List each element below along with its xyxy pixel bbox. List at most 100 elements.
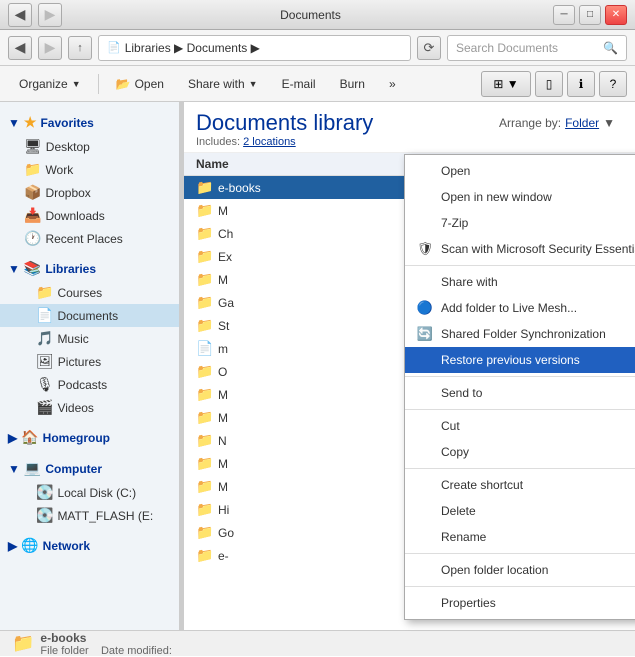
up-nav-button[interactable]: ↑ [68,36,92,60]
libraries-group[interactable]: ▼ 📚 Libraries [0,256,179,281]
close-button[interactable]: ✕ [605,5,627,25]
menu-item[interactable]: Rename [405,524,635,550]
sidebar-item-work[interactable]: 📁 Work [0,158,179,181]
menu-item[interactable]: Send to▶ [405,380,635,406]
forward-nav-button[interactable]: ▶ [38,36,62,60]
work-icon: 📁 [24,161,41,178]
back-nav-button[interactable]: ◀ [8,36,32,60]
includes-label: Includes: [196,136,240,148]
flash-drive-icon: 💽 [36,507,53,524]
sidebar-item-label: Podcasts [58,378,107,392]
sidebar-item-recent-places[interactable]: 🕐 Recent Places [0,227,179,250]
menu-item[interactable]: 7-Zip▶ [405,210,635,236]
homegroup-group[interactable]: ▶ 🏠 Homegroup [0,425,179,450]
computer-group[interactable]: ▼ 💻 Computer [0,456,179,481]
sidebar-item-desktop[interactable]: 🖥 Desktop [0,135,179,158]
menu-item[interactable]: Share with▶ [405,269,635,295]
documents-icon: 📄 [36,307,53,324]
sidebar-item-label: Dropbox [45,186,90,200]
sidebar-item-matt-flash[interactable]: 💽 MATT_FLASH (E: [0,504,179,527]
arrange-label: Arrange by: [499,116,561,130]
sidebar-item-videos[interactable]: 🎬 Videos [0,396,179,419]
sidebar-item-label: MATT_FLASH (E: [57,509,153,523]
menu-item[interactable]: 🔵Add folder to Live Mesh... [405,295,635,321]
libraries-section: ▼ 📚 Libraries 📁 Courses 📄 Documents 🎵 Mu… [0,256,179,419]
sidebar-item-label: Documents [57,309,118,323]
file-icon: 📁 [196,501,212,518]
file-icon: 📁 [196,179,212,196]
preview-pane-button[interactable]: ▯ [535,71,563,97]
more-button[interactable]: » [378,70,407,98]
file-icon: 📄 [196,340,212,357]
menu-item[interactable]: Open [405,158,635,184]
arrange-arrow-icon: ▼ [603,116,615,130]
computer-label: Computer [45,462,102,476]
menu-item[interactable]: Create shortcut [405,472,635,498]
sidebar-item-label: Work [45,163,73,177]
menu-divider [405,409,635,410]
sidebar-item-pictures[interactable]: 🖼 Pictures [0,350,179,373]
window-title: Documents [68,8,553,22]
menu-divider [405,376,635,377]
sidebar-item-courses[interactable]: 📁 Courses [0,281,179,304]
email-button[interactable]: E-mail [271,70,327,98]
file-icon: 📁 [196,432,212,449]
status-item-name: e-books [40,631,171,645]
sidebar-item-downloads[interactable]: 📥 Downloads [0,204,179,227]
network-section: ▶ 🌐 Network [0,533,179,558]
menu-item[interactable]: Open folder location [405,557,635,583]
toolbar-right: ⊞ ▼ ▯ ℹ ? [481,71,627,97]
search-box[interactable]: Search Documents 🔍 [447,35,627,61]
toolbar-separator-1 [98,74,99,94]
minimize-button[interactable]: ─ [553,5,575,25]
pictures-icon: 🖼 [36,353,54,370]
locations-link[interactable]: 2 locations [243,136,296,148]
open-button[interactable]: 📂 Open [105,70,175,98]
maximize-button[interactable]: □ [579,5,601,25]
file-icon: 📁 [196,225,212,242]
network-label: Network [43,539,90,553]
menu-item[interactable]: 🔄Shared Folder Synchronization▶ [405,321,635,347]
sidebar-item-music[interactable]: 🎵 Music [0,327,179,350]
menu-item[interactable]: Open in new window [405,184,635,210]
organize-button[interactable]: Organize ▼ [8,70,92,98]
favorites-group[interactable]: ▼ ★ Favorites [0,110,179,135]
sidebar-item-local-disk[interactable]: 💽 Local Disk (C:) [0,481,179,504]
menu-item[interactable]: Restore previous versions [405,347,635,373]
sidebar-item-podcasts[interactable]: 🎙 Podcasts [0,373,179,396]
back-button[interactable]: ◀ [8,3,32,27]
menu-item[interactable]: 🛡Scan with Microsoft Security Essentials… [405,236,635,262]
videos-icon: 🎬 [36,399,53,416]
refresh-button[interactable]: ⟳ [417,36,441,60]
details-pane-button[interactable]: ℹ [567,71,595,97]
menu-item-label: Shared Folder Synchronization [441,327,606,341]
sidebar-item-label: Recent Places [45,232,122,246]
file-icon: 📁 [196,271,212,288]
file-icon: 📁 [196,409,212,426]
forward-button[interactable]: ▶ [38,3,62,27]
menu-item[interactable]: Delete [405,498,635,524]
open-icon: 📂 [116,77,131,91]
sidebar-item-dropbox[interactable]: 📦 Dropbox [0,181,179,204]
address-path[interactable]: 📄 Libraries ▶ Documents ▶ [98,35,411,61]
search-placeholder: Search Documents [456,41,558,55]
help-button[interactable]: ? [599,71,627,97]
sidebar-item-documents[interactable]: 📄 Documents [0,304,179,327]
menu-item[interactable]: Cut [405,413,635,439]
libraries-label: Libraries [45,262,96,276]
menu-item-label: Scan with Microsoft Security Essentials.… [441,242,635,256]
menu-item-label: Properties [441,596,496,610]
view-toggle-button[interactable]: ⊞ ▼ [481,71,531,97]
menu-item[interactable]: Properties [405,590,635,616]
share-with-button[interactable]: Share with ▼ [177,70,269,98]
network-group[interactable]: ▶ 🌐 Network [0,533,179,558]
menu-item[interactable]: Copy [405,439,635,465]
menu-item-label: Rename [441,530,486,544]
file-icon: 📁 [196,455,212,472]
folder-arrange-link[interactable]: Folder [565,116,599,130]
burn-button[interactable]: Burn [329,70,376,98]
status-item-type: File folder Date modified: [40,645,171,657]
organize-label: Organize [19,77,68,91]
homegroup-label: Homegroup [43,431,110,445]
menu-item-label: Open [441,164,470,178]
